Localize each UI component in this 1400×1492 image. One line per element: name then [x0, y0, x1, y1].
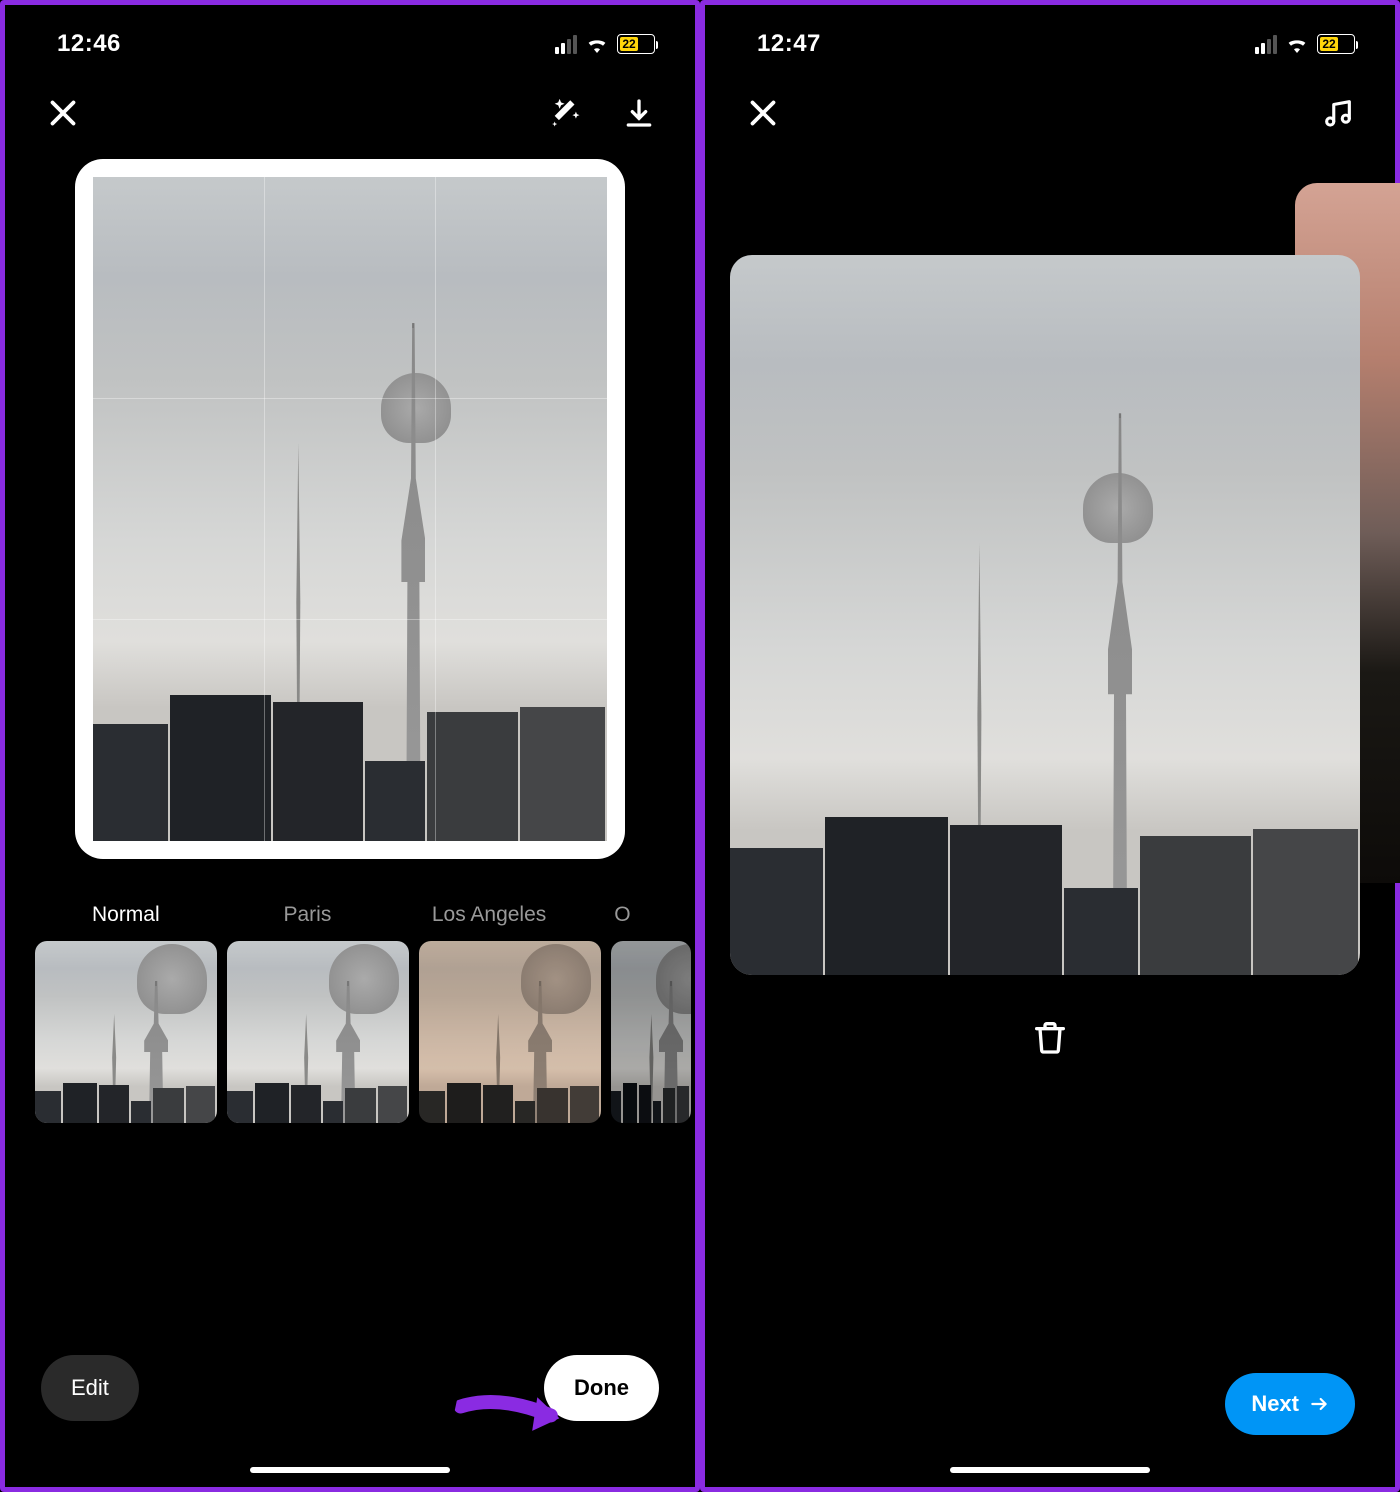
carousel-current-photo[interactable] — [730, 255, 1360, 975]
music-icon[interactable] — [1321, 96, 1355, 135]
cellular-icon — [1255, 35, 1277, 54]
image-preview[interactable] — [5, 155, 695, 879]
filter-thumb-normal[interactable] — [35, 941, 217, 1123]
filter-labels-row: Normal Paris Los Angeles O — [5, 879, 695, 941]
photo-carousel[interactable] — [705, 165, 1395, 1125]
status-bar: 12:46 22 — [5, 5, 695, 75]
filter-label-partial[interactable]: O — [580, 903, 665, 927]
next-button[interactable]: Next — [1225, 1373, 1355, 1435]
filter-thumbnails[interactable] — [5, 941, 695, 1123]
home-indicator[interactable] — [250, 1467, 450, 1473]
close-icon[interactable] — [745, 95, 781, 136]
wifi-icon — [585, 35, 609, 53]
status-time: 12:46 — [57, 30, 121, 58]
carousel-top-bar — [705, 75, 1395, 155]
battery-icon: 22 — [617, 34, 655, 54]
filter-label-paris[interactable]: Paris — [217, 903, 399, 927]
status-icons: 22 — [555, 34, 655, 54]
cellular-icon — [555, 35, 577, 54]
download-icon[interactable] — [623, 97, 655, 134]
phone-left-editor: 12:46 22 — [0, 0, 700, 1492]
battery-level: 22 — [1320, 37, 1338, 51]
phone-right-carousel: 12:47 22 — [700, 0, 1400, 1492]
filter-label-normal[interactable]: Normal — [35, 903, 217, 927]
close-icon[interactable] — [45, 95, 81, 136]
battery-icon: 22 — [1317, 34, 1355, 54]
edit-button[interactable]: Edit — [41, 1355, 139, 1421]
status-time: 12:47 — [757, 30, 821, 58]
home-indicator[interactable] — [950, 1467, 1150, 1473]
filter-thumb-los-angeles[interactable] — [419, 941, 601, 1123]
filter-thumb-partial[interactable] — [611, 941, 691, 1123]
done-button[interactable]: Done — [544, 1355, 659, 1421]
wifi-icon — [1285, 35, 1309, 53]
battery-level: 22 — [620, 37, 638, 51]
editor-top-bar — [5, 75, 695, 155]
next-button-label: Next — [1251, 1391, 1299, 1417]
filter-thumb-paris[interactable] — [227, 941, 409, 1123]
trash-icon[interactable] — [1030, 1017, 1070, 1062]
filter-label-los-angeles[interactable]: Los Angeles — [398, 903, 580, 927]
magic-wand-icon[interactable] — [549, 96, 583, 135]
editor-bottom-bar: Edit Done — [5, 1355, 695, 1421]
status-bar: 12:47 22 — [705, 5, 1395, 75]
arrow-right-icon — [1309, 1394, 1329, 1414]
edited-photo — [93, 177, 607, 841]
status-icons: 22 — [1255, 34, 1355, 54]
